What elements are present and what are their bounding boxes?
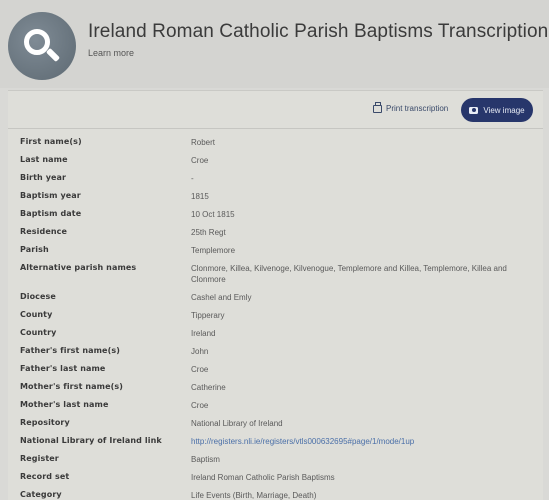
print-transcription-button[interactable]: Print transcription xyxy=(373,101,449,113)
label-mothers-last-name: Mother's last name xyxy=(20,400,109,409)
value-mothers-first-names: Catherine xyxy=(191,383,226,392)
learn-more-link[interactable]: Learn more xyxy=(88,48,134,58)
value-first-names: Robert xyxy=(191,138,216,147)
value-diocese: Cashel and Emly xyxy=(191,293,252,302)
view-image-label: View image xyxy=(483,105,525,115)
label-fathers-last-name: Father's last name xyxy=(20,364,106,373)
value-baptism-year: 1815 xyxy=(191,192,209,201)
label-baptism-year: Baptism year xyxy=(20,191,81,200)
value-register: Baptism xyxy=(191,455,220,464)
label-diocese: Diocese xyxy=(20,292,56,301)
label-first-names: First name(s) xyxy=(20,137,82,146)
printer-icon xyxy=(373,101,382,113)
value-birth-year: - xyxy=(191,174,194,183)
value-baptism-date: 10 Oct 1815 xyxy=(191,210,235,219)
search-icon xyxy=(8,12,76,80)
value-country: Ireland xyxy=(191,329,216,338)
value-nli-link[interactable]: http://registers.nli.ie/registers/vtls00… xyxy=(191,436,531,447)
label-repository: Repository xyxy=(20,418,70,427)
value-repository: National Library of Ireland xyxy=(191,419,283,428)
label-mothers-first-names: Mother's first name(s) xyxy=(20,382,124,391)
value-residence: 25th Regt xyxy=(191,228,226,237)
header xyxy=(0,0,549,88)
camera-icon xyxy=(469,106,479,114)
value-mothers-last-name: Croe xyxy=(191,401,209,410)
value-alternative-parish-names: Clonmore, Killea, Kilvenoge, Kilvenogue,… xyxy=(191,264,507,284)
label-baptism-date: Baptism date xyxy=(20,209,82,218)
magnifier-handle xyxy=(45,47,61,63)
label-residence: Residence xyxy=(20,227,68,236)
value-last-name: Croe xyxy=(191,156,209,165)
label-nli-link: National Library of Ireland link xyxy=(20,436,162,445)
divider xyxy=(8,128,543,129)
label-parish: Parish xyxy=(20,245,49,254)
value-parish: Templemore xyxy=(191,246,236,255)
label-last-name: Last name xyxy=(20,155,68,164)
label-birth-year: Birth year xyxy=(20,173,67,182)
value-fathers-first-names: John xyxy=(191,347,209,356)
value-record-set: Ireland Roman Catholic Parish Baptisms xyxy=(191,473,335,482)
value-fathers-last-name: Croe xyxy=(191,365,209,374)
label-record-set: Record set xyxy=(20,472,70,481)
view-image-button[interactable]: View image xyxy=(461,98,533,122)
label-country: Country xyxy=(20,328,57,337)
label-county: County xyxy=(20,310,53,319)
page-title: Ireland Roman Catholic Parish Baptisms T… xyxy=(88,21,549,42)
label-fathers-first-names: Father's first name(s) xyxy=(20,346,120,355)
value-county: Tipperary xyxy=(191,311,225,320)
label-alternative-parish-names: Alternative parish names xyxy=(20,263,137,272)
label-register: Register xyxy=(20,454,59,463)
value-category: Life Events (Birth, Marriage, Death) xyxy=(191,491,317,500)
print-label: Print transcription xyxy=(386,104,449,113)
label-category: Category xyxy=(20,490,62,499)
